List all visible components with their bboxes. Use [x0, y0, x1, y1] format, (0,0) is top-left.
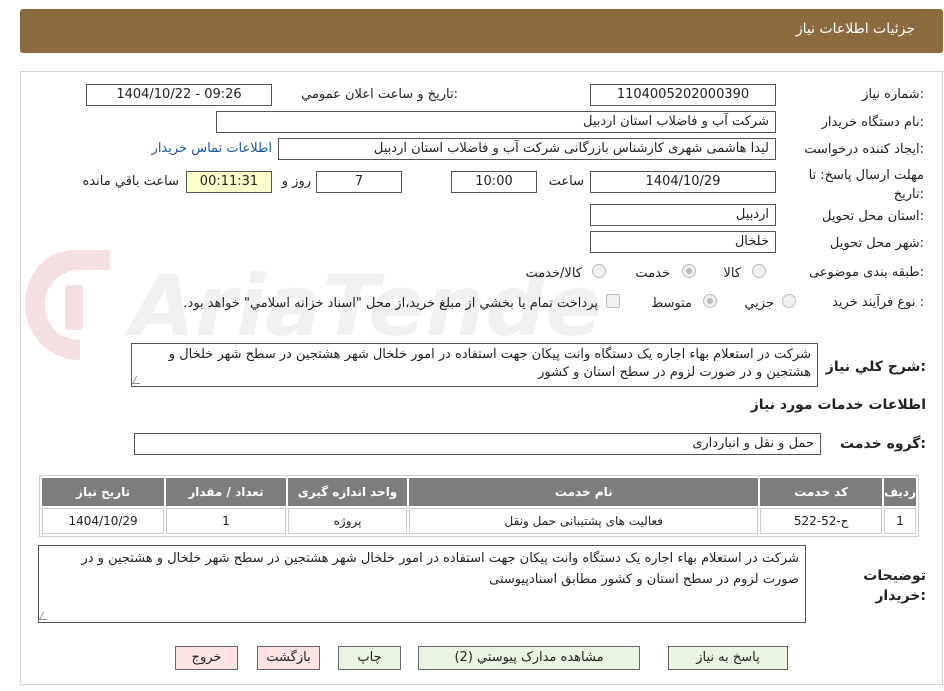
deadline-date-field: 1404/10/29: [590, 171, 776, 193]
table-row: 1 ح-52-522 فعالیت های پشتیبانی حمل ونقل …: [42, 508, 916, 534]
col-need-date: تاریخ نیاز: [42, 478, 165, 506]
buyer-notes-textarea[interactable]: شرکت در استعلام بهاء اجاره یک دستگاه وان…: [38, 545, 806, 623]
page-header: جزئیات اطلاعات نیاز: [20, 9, 943, 53]
category-goods-service-radio[interactable]: [592, 264, 606, 278]
category-goods-label: کالا: [723, 266, 741, 281]
buyer-org-label: نام دستگاه خريدار:: [821, 115, 924, 130]
exit-button[interactable]: خروج: [175, 646, 238, 670]
col-service-code: کد خدمت: [760, 478, 883, 506]
col-row-no: رديف: [884, 478, 916, 506]
process-medium-radio[interactable]: [703, 294, 717, 308]
treasury-note: پرداخت تمام يا بخشي از مبلغ خريد،از محل …: [183, 296, 598, 311]
category-service-radio[interactable]: [682, 264, 696, 278]
page-title: جزئیات اطلاعات نیاز: [795, 21, 915, 37]
announce-datetime-field: 1404/10/22 - 09:26: [86, 84, 272, 106]
table-header-row: رديف کد خدمت نام خدمت واحد اندازه گيری ت…: [42, 478, 916, 506]
col-quantity: تعداد / مقدار: [166, 478, 286, 506]
city-field: خلخال: [590, 231, 776, 253]
cell-service-name: فعالیت های پشتیبانی حمل ونقل: [409, 508, 759, 534]
general-desc-label: شرح کلي نياز:: [825, 359, 926, 375]
requester-field: لیدا هاشمی شهری کارشناس بازرگانی شرکت آب…: [278, 138, 776, 160]
province-field: اردبیل: [590, 204, 776, 226]
category-service-label: خدمت: [635, 266, 670, 281]
need-number-label: شماره نیاز:: [862, 87, 924, 102]
process-minor-label: جزيي: [744, 296, 774, 311]
deadline-time-label: ساعت: [548, 174, 584, 189]
col-service-name: نام خدمت: [409, 478, 759, 506]
general-desc-textarea[interactable]: شرکت در استعلام بهاء اجاره یک دستگاه وان…: [131, 343, 818, 387]
print-button[interactable]: چاپ: [338, 646, 401, 670]
city-label: شهر محل تحويل:: [829, 236, 924, 251]
cell-row-no: 1: [884, 508, 916, 534]
requester-label: ايجاد کننده درخواست:: [804, 142, 924, 157]
view-attachments-button[interactable]: مشاهده مدارک پيوستي (2): [418, 646, 640, 670]
cell-need-date: 1404/10/29: [42, 508, 165, 534]
services-table: رديف کد خدمت نام خدمت واحد اندازه گيری ت…: [39, 475, 919, 537]
buyer-notes-label: توضيحات خريدار:: [863, 568, 926, 604]
category-goods-service-label: کالا/خدمت: [525, 266, 582, 281]
buyer-notes-text: شرکت در استعلام بهاء اجاره یک دستگاه وان…: [81, 551, 799, 587]
back-button[interactable]: بازگشت: [257, 646, 320, 670]
reply-button[interactable]: پاسخ به نياز: [668, 646, 788, 670]
col-unit: واحد اندازه گيری: [287, 478, 408, 506]
days-remaining-field: 7: [316, 171, 402, 193]
general-desc-text: شرکت در استعلام بهاء اجاره یک دستگاه وان…: [168, 347, 811, 380]
process-type-label: نوع فرآیند خرید :: [832, 295, 924, 310]
service-group-label: گروه خدمت:: [840, 436, 926, 452]
service-group-field: حمل و نقل و انبارداری: [134, 433, 821, 455]
treasury-checkbox[interactable]: [606, 294, 620, 308]
cell-unit: پروژه: [287, 508, 408, 534]
province-label: استان محل تحويل:: [822, 209, 924, 224]
deadline-time-field: 10:00: [451, 171, 537, 193]
category-label: طبقه بندی موضوعی:: [808, 265, 924, 280]
need-number-field: 1104005202000390: [590, 84, 776, 106]
cell-quantity: 1: [166, 508, 286, 534]
deadline-label: مهلت ارسال پاسخ: تا تاریخ:: [808, 168, 924, 202]
buyer-contact-link[interactable]: اطلاعات تماس خريدار: [152, 141, 272, 156]
announce-datetime-label: تاریخ و ساعت اعلان عمومي:: [301, 87, 458, 102]
category-goods-radio[interactable]: [752, 264, 766, 278]
process-medium-label: متوسط: [651, 296, 692, 311]
cell-service-code: ح-52-522: [760, 508, 883, 534]
resize-grip-icon[interactable]: [39, 612, 52, 620]
remaining-label: ساعت باقي مانده: [82, 174, 179, 189]
services-info-heading: اطلاعات خدمات مورد نياز: [750, 397, 926, 413]
remaining-time-field: 00:11:31: [186, 171, 272, 193]
process-minor-radio[interactable]: [782, 294, 796, 308]
resize-grip-icon[interactable]: [132, 376, 145, 384]
buyer-org-field: شرکت آب و فاضلاب استان اردبیل: [216, 111, 776, 133]
day-and-label: روز و: [281, 174, 311, 189]
